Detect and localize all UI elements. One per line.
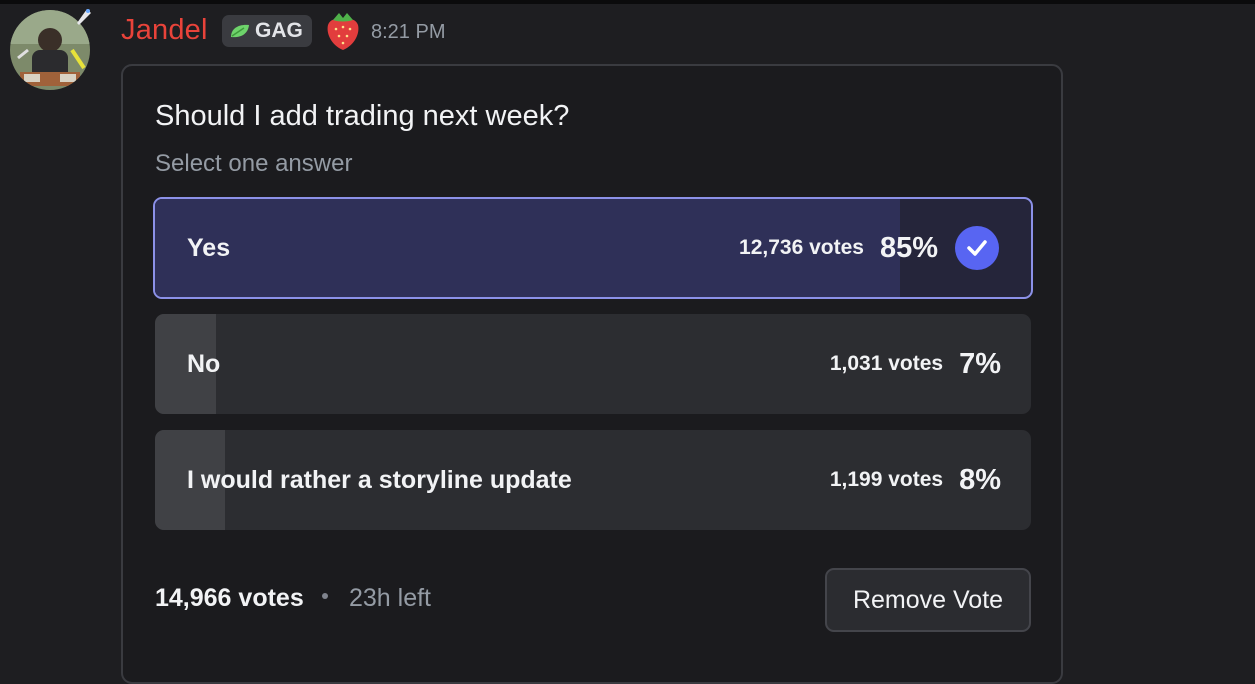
poll-answer-percent: 7% [959,347,1001,380]
poll-answer-percent: 85% [879,231,938,264]
remove-vote-button[interactable]: Remove Vote [825,568,1031,632]
poll-answer-label: Yes [187,233,231,262]
poll-answer-storyline[interactable]: I would rather a storyline update 1,199 … [155,430,1031,530]
top-divider [0,0,1255,4]
strawberry-icon [327,13,359,50]
message-timestamp: 8:21 PM [371,21,446,43]
poll-time-left: 23h left [349,584,432,612]
poll-answer-yes[interactable]: Yes 12,736 votes 85% [153,197,1033,299]
poll-answer-label: No [187,349,221,378]
poll-instruction: Select one answer [155,150,353,177]
check-icon [955,226,999,270]
poll-answer-votes: 12,736 votes [739,236,864,259]
poll-answer-percent: 8% [959,463,1001,496]
poll-answer-no[interactable]: No 1,031 votes 7% [155,314,1031,414]
server-tag-label: GAG [255,19,303,42]
server-tag[interactable]: GAG [222,15,312,47]
poll-answer-label: I would rather a storyline update [187,465,572,494]
poll-answer-votes: 1,199 votes [829,468,944,491]
poll-answer-votes: 1,031 votes [829,352,944,375]
rocket-icon [77,9,91,25]
leaf-icon [231,24,249,38]
poll-question: Should I add trading next week? [155,100,570,132]
poll-total-votes: 14,966 votes [155,584,304,612]
author-name[interactable]: Jandel [121,14,208,47]
separator-dot [322,593,328,599]
